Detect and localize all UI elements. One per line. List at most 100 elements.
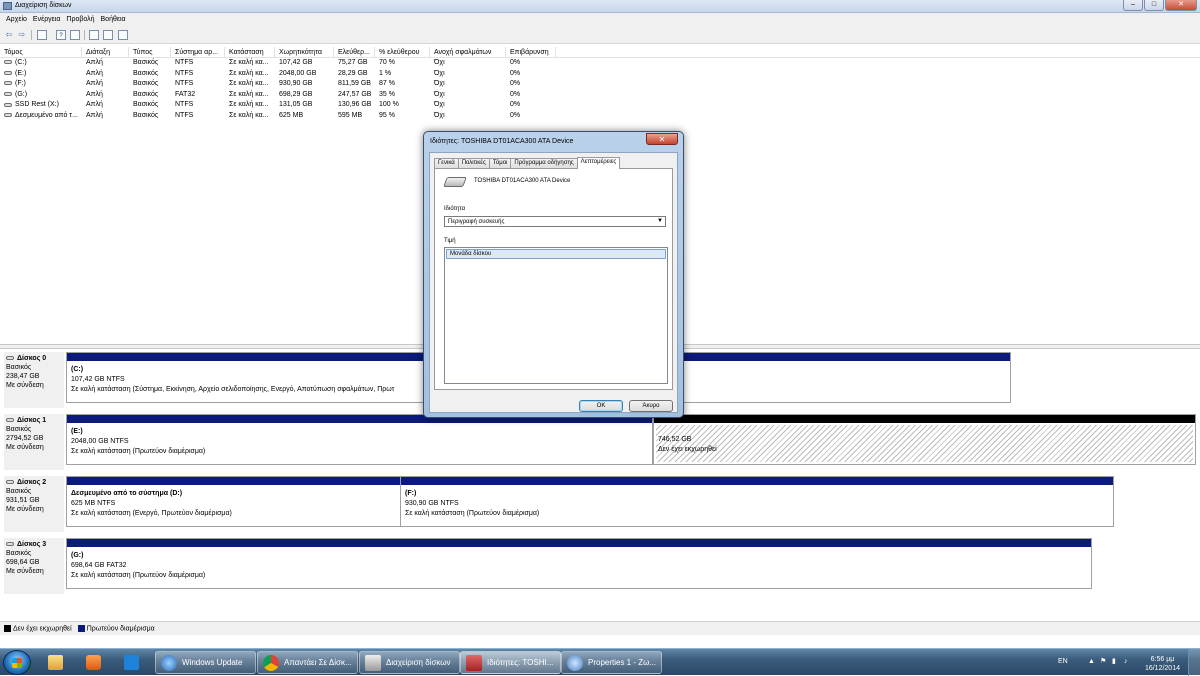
disk-2-label[interactable]: Δίσκος 2 Βασικός 931,51 GB Με σύνδεση bbox=[4, 476, 64, 532]
menu-file[interactable]: Αρχείο bbox=[6, 13, 31, 27]
disk-icon bbox=[6, 480, 14, 485]
close-button[interactable]: ✕ bbox=[1165, 0, 1197, 11]
start-button[interactable] bbox=[3, 650, 31, 675]
chevron-up-icon[interactable]: ▲ bbox=[1088, 658, 1095, 665]
legend-unallocated: Δεν έχει εκχωρηθεί bbox=[4, 625, 72, 635]
cell-text: Σε καλή κα... bbox=[229, 69, 269, 77]
cell-text: 595 MB bbox=[338, 112, 363, 119]
cell-type: Βασικός bbox=[129, 79, 171, 90]
partition-d[interactable]: Δεσμευμένο από το σύστημα (D:) 625 MB NT… bbox=[66, 476, 401, 527]
col-free[interactable]: Ελεύθερ... bbox=[334, 47, 375, 58]
col-capacity[interactable]: Χωρητικότητα bbox=[275, 47, 334, 58]
partition-name: (E:) bbox=[71, 428, 83, 435]
task-properties-1[interactable]: Properties 1 - Ζω... bbox=[561, 651, 662, 674]
cell-free: 28,29 GB bbox=[334, 69, 375, 80]
cell-volume: SSD Rest (X:) bbox=[0, 100, 82, 111]
show-desktop-button[interactable] bbox=[1188, 649, 1200, 676]
partition-e[interactable]: (E:) 2048,00 GB NTFS Σε καλή κατάσταση (… bbox=[66, 414, 653, 465]
cell-layout: Απλή bbox=[82, 90, 129, 101]
value-list-item[interactable]: Μονάδα δίσκου bbox=[446, 249, 666, 259]
cell-text: Σε καλή κα... bbox=[229, 80, 269, 88]
disk-icon bbox=[6, 418, 14, 423]
system-tray: EN ▲ ⚑ ▮ ♪ 6:56 μμ 16/12/2014 bbox=[1050, 649, 1200, 676]
disk-status: Με σύνδεση bbox=[6, 568, 44, 575]
volume-icon bbox=[4, 113, 12, 118]
tab-details[interactable]: Λεπτομέρειες bbox=[576, 157, 621, 169]
unallocated-space[interactable]: 746,52 GB Δεν έχει εκχωρηθεί bbox=[653, 414, 1196, 465]
primary-partition-bar bbox=[67, 539, 1091, 547]
table-row[interactable]: SSD Rest (X:) Απλή Βασικός NTFS Σε καλή κα..… bbox=[0, 100, 700, 111]
cell-percent-free: 1 % bbox=[375, 69, 430, 80]
task-windows-update[interactable]: Windows Update bbox=[155, 651, 256, 674]
help-icon[interactable]: ? bbox=[56, 30, 66, 40]
menu-action[interactable]: Ενέργεια bbox=[33, 13, 65, 27]
col-overhead[interactable]: Επιβάρυνση bbox=[506, 47, 556, 58]
table-row[interactable]: (F:) Απλή Βασικός NTFS Σε καλή κα... 930,90 G… bbox=[0, 79, 700, 90]
table-row[interactable]: (G:) Απλή Βασικός FAT32 Σε καλή κα... 698,29 … bbox=[0, 90, 700, 101]
cell-text: (C:) bbox=[15, 59, 27, 66]
properties-icon[interactable] bbox=[70, 30, 80, 40]
toolbar-separator bbox=[84, 30, 85, 40]
col-percent-free[interactable]: % ελεύθερου bbox=[375, 47, 430, 58]
cell-text: FAT32 bbox=[175, 90, 196, 98]
pinned-app[interactable] bbox=[114, 651, 150, 674]
flag-icon[interactable]: ⚑ bbox=[1100, 658, 1107, 665]
col-type[interactable]: Τύπος bbox=[129, 47, 171, 58]
console-tree-icon[interactable] bbox=[37, 30, 47, 40]
partition-g[interactable]: (G:) 698,64 GB FAT32 Σε καλή κατάσταση (… bbox=[66, 538, 1092, 589]
cell-text: Σε καλή κα... bbox=[229, 101, 269, 109]
cell-status: Σε καλή κα... bbox=[225, 100, 275, 111]
cell-layout: Απλή bbox=[82, 58, 129, 69]
partition-name: Δεσμευμένο από το σύστημα (D:) bbox=[71, 490, 183, 497]
disk-1-label[interactable]: Δίσκος 1 Βασικός 2794,52 GB Με σύνδεση bbox=[4, 414, 64, 470]
cell-text: 0% bbox=[510, 90, 521, 98]
back-arrow-icon[interactable]: ⇦ bbox=[4, 30, 14, 40]
task-disk-management[interactable]: Διαχείριση δίσκων bbox=[359, 651, 460, 674]
cell-text: Όχι bbox=[434, 80, 445, 88]
col-fault-tolerance[interactable]: Ανοχή σφαλμάτων bbox=[430, 47, 506, 58]
table-row[interactable]: (E:) Απλή Βασικός NTFS Σε καλή κα... 2048,00 … bbox=[0, 69, 700, 80]
pinned-media-player[interactable] bbox=[76, 651, 112, 674]
partition-f[interactable]: (F:) 930,90 GB NTFS Σε καλή κατάσταση (Π… bbox=[400, 476, 1114, 527]
cell-percent-free: 35 % bbox=[375, 90, 430, 101]
value-list[interactable]: Μονάδα δίσκου bbox=[444, 247, 668, 384]
menu-bar: Αρχείο Ενέργεια Προβολή Βοήθεια bbox=[0, 13, 1200, 27]
col-layout[interactable]: Διάταξη bbox=[82, 47, 129, 58]
settings-icon[interactable] bbox=[118, 30, 128, 40]
menu-help[interactable]: Βοήθεια bbox=[101, 13, 130, 27]
language-indicator[interactable]: EN bbox=[1058, 658, 1068, 665]
disk-management-icon bbox=[3, 2, 12, 10]
forward-arrow-icon[interactable]: ⇨ bbox=[17, 30, 27, 40]
table-row[interactable]: Δεσμευμένο από τ... Απλή Βασικός NTFS Σε καλ… bbox=[0, 111, 700, 122]
task-toshiba-properties[interactable]: Ιδιότητες: TOSHI... bbox=[460, 651, 561, 674]
refresh-icon[interactable] bbox=[89, 30, 99, 40]
cell-text: Βασικός bbox=[133, 59, 159, 66]
network-icon[interactable]: ▮ bbox=[1112, 658, 1119, 665]
disk-3-label[interactable]: Δίσκος 3 Βασικός 698,64 GB Με σύνδεση bbox=[4, 538, 64, 594]
minimize-button[interactable]: – bbox=[1123, 0, 1143, 11]
legend-primary: Πρωτεύον διαμέρισμα bbox=[77, 625, 155, 635]
window-title-bar[interactable]: Διαχείριση δίσκων – □ ✕ bbox=[0, 0, 1200, 13]
rescan-disks-icon[interactable] bbox=[103, 30, 113, 40]
menu-view[interactable]: Προβολή bbox=[66, 13, 98, 27]
windows-logo-icon bbox=[12, 658, 22, 668]
ok-button[interactable]: OK bbox=[579, 400, 623, 412]
disk-icon bbox=[6, 356, 14, 361]
dialog-close-button[interactable]: ✕ bbox=[646, 133, 678, 145]
table-row[interactable]: (C:) Απλή Βασικός NTFS Σε καλή κα... 107,42 G… bbox=[0, 58, 700, 69]
disk-0-label[interactable]: Δίσκος 0 Βασικός 238,47 GB Με σύνδεση bbox=[4, 352, 64, 408]
cell-text: NTFS bbox=[175, 112, 194, 119]
cancel-button[interactable]: Άκυρο bbox=[629, 400, 673, 412]
volume-icon bbox=[4, 60, 12, 65]
maximize-button[interactable]: □ bbox=[1144, 0, 1164, 11]
col-volume[interactable]: Τόμος bbox=[0, 47, 82, 58]
partition-status: Σε καλή κατάσταση (Ενεργό, Πρωτεύον διαμ… bbox=[71, 510, 232, 517]
volume-icon[interactable]: ♪ bbox=[1124, 658, 1131, 665]
task-chrome[interactable]: Απαντάει Σε Δίσκ... bbox=[257, 651, 358, 674]
clock[interactable]: 6:56 μμ 16/12/2014 bbox=[1145, 655, 1180, 673]
col-status[interactable]: Κατάσταση bbox=[225, 47, 275, 58]
property-dropdown[interactable]: Περιγραφή συσκευής ▼ bbox=[444, 216, 666, 227]
disk-status: Με σύνδεση bbox=[6, 506, 44, 513]
pinned-explorer[interactable] bbox=[38, 651, 74, 674]
col-filesystem[interactable]: Σύστημα αρ... bbox=[171, 47, 225, 58]
